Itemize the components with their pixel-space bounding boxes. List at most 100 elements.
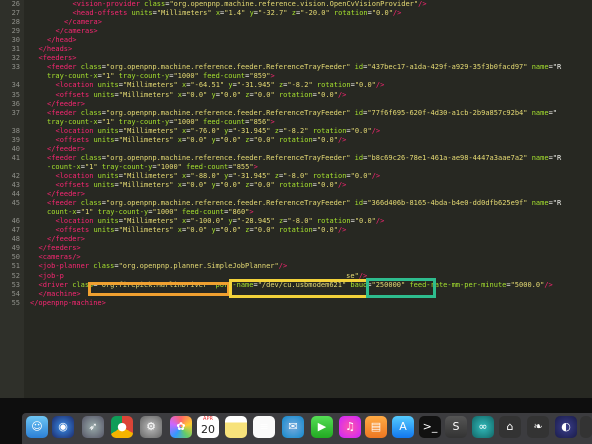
- line-number: 54: [11, 289, 20, 298]
- code-token: id: [354, 153, 364, 162]
- code-token: <job-p: [38, 271, 64, 280]
- code-line: 40 </feeder>: [0, 145, 592, 154]
- code-token: "1": [80, 208, 94, 217]
- code-token: "1": [101, 72, 115, 81]
- code-token: "0.0": [186, 181, 208, 189]
- code-token: />: [392, 9, 402, 18]
- notes-icon[interactable]: [225, 416, 247, 438]
- line-number: 37: [11, 108, 20, 117]
- code-token: "0.0": [316, 90, 338, 99]
- line-number: 31: [11, 45, 20, 54]
- code-token: units: [97, 217, 119, 226]
- line-number: 30: [11, 36, 20, 45]
- line-number: 52: [11, 271, 20, 280]
- code-line: 41 <feeder class="org.openpnp.machine.ref…: [0, 154, 592, 163]
- code-text: <feeder class="org.openpnp.machine.refer…: [47, 109, 557, 118]
- more-icon[interactable]: [580, 416, 592, 438]
- siri-icon[interactable]: ◉: [52, 416, 74, 438]
- code-text: <job-planner class="org.openpnp.planner.…: [39, 262, 288, 271]
- code-token: "0.0": [316, 181, 338, 189]
- code-token: >: [249, 208, 254, 217]
- code-text: <head-offsets units="Millimeters" x="1.4…: [73, 9, 402, 18]
- app-store-icon[interactable]: A: [392, 416, 414, 438]
- line-number: 27: [11, 9, 20, 18]
- code-token: "-64.51": [190, 81, 225, 90]
- code-text: <feeder class="org.openpnp.machine.refer…: [47, 63, 561, 72]
- code-line: 37 <feeder class="org.openpnp.machine.ref…: [0, 109, 592, 118]
- code-token: -count-x: [47, 162, 81, 171]
- code-line: 31 </heads>: [0, 45, 592, 54]
- code-token: "Millimeters": [122, 171, 178, 180]
- code-token: />: [375, 217, 385, 226]
- eclipse-icon[interactable]: ◐: [555, 416, 577, 438]
- code-token: "0.0": [219, 226, 241, 235]
- code-token: units: [93, 135, 115, 144]
- code-token: />: [337, 90, 347, 99]
- line-number: 34: [11, 81, 20, 90]
- code-token: "Millimeters": [122, 217, 178, 226]
- launchpad-icon[interactable]: ➶: [82, 416, 104, 438]
- code-token: "-8.2": [287, 81, 313, 90]
- messages-icon[interactable]: ✉: [282, 416, 304, 438]
- finder-icon[interactable]: ☺: [26, 416, 48, 438]
- code-editor[interactable]: 26 <vision-provider class="org.openpnp.ma…: [0, 0, 592, 398]
- line-number: 51: [11, 262, 20, 271]
- arduino-icon[interactable]: ∞: [472, 416, 494, 438]
- code-token: id: [354, 63, 364, 72]
- evernote-icon[interactable]: ❧: [527, 416, 549, 438]
- code-token: feed-count: [202, 117, 246, 126]
- line-number: 36: [11, 99, 20, 108]
- code-token: "Millimeters": [118, 135, 174, 144]
- facetime-icon[interactable]: ▶: [311, 416, 333, 438]
- code-token: <offsets: [55, 90, 94, 99]
- code-token: rotation: [333, 9, 368, 18]
- openpnp-icon[interactable]: ⌂: [499, 416, 521, 438]
- code-token: "860": [228, 208, 250, 217]
- code-line: 27 <head-offsets units="Millimeters" x="1…: [0, 9, 592, 18]
- ibooks-icon[interactable]: ▤: [365, 416, 387, 438]
- calendar-icon[interactable]: APR 20: [197, 416, 219, 438]
- code-token: </feeder>: [47, 144, 85, 153]
- code-token: rotation: [312, 171, 347, 180]
- code-token: class: [80, 108, 102, 117]
- terminal-icon[interactable]: >_: [419, 416, 441, 438]
- code-text: <offsets units="Millimeters" x="0.0" y="…: [56, 136, 347, 145]
- photos-icon[interactable]: ✿: [170, 416, 192, 438]
- code-line: 26 <vision-provider class="org.openpnp.ma…: [0, 0, 592, 9]
- code-text: </feeders>: [39, 244, 81, 253]
- code-token: <location: [55, 81, 98, 90]
- code-token: name: [531, 108, 549, 117]
- sublime-text-icon[interactable]: S: [445, 416, 467, 438]
- code-text: -count-x="1" tray-count-y="1000" feed-co…: [47, 163, 258, 172]
- itunes-icon[interactable]: ♫: [339, 416, 361, 438]
- code-token: name: [531, 63, 549, 72]
- highlight-port-name-box: [229, 279, 369, 298]
- code-line: 45 <feeder class="org.openpnp.machine.ref…: [0, 199, 592, 208]
- reminders-icon[interactable]: ≡: [253, 416, 275, 438]
- code-token: count-x: [47, 208, 77, 217]
- code-token: ="R: [548, 153, 562, 162]
- code-token: "0.0": [371, 9, 393, 18]
- code-token: "-8.0": [287, 217, 313, 226]
- system-preferences-icon[interactable]: ⚙: [140, 416, 162, 438]
- code-token: <location: [55, 217, 98, 226]
- code-token: "Millimeters": [118, 226, 174, 235]
- code-token: >: [270, 72, 275, 81]
- code-token: "org.openpnp.machine.reference.feeder.Re…: [106, 153, 351, 162]
- line-number: 40: [11, 144, 20, 153]
- line-number: 47: [11, 226, 20, 235]
- code-token: units: [131, 9, 153, 18]
- code-token: "-32.7": [258, 9, 288, 18]
- code-token: "-88.0": [190, 171, 220, 180]
- code-token: "0.0": [253, 90, 275, 99]
- code-token: />: [375, 81, 385, 90]
- line-number: 49: [11, 244, 20, 253]
- code-text: <location units="Millimeters" x="-64.51"…: [56, 81, 385, 90]
- line-number: 55: [11, 298, 20, 307]
- code-line: 48 </feeder>: [0, 235, 592, 244]
- line-number: 53: [11, 280, 20, 289]
- code-text: <location units="Millimeters" x="-100.0"…: [56, 217, 385, 226]
- code-token: tray-count-x: [47, 117, 98, 126]
- line-number: 26: [11, 0, 20, 8]
- chrome-icon[interactable]: ●: [111, 416, 133, 438]
